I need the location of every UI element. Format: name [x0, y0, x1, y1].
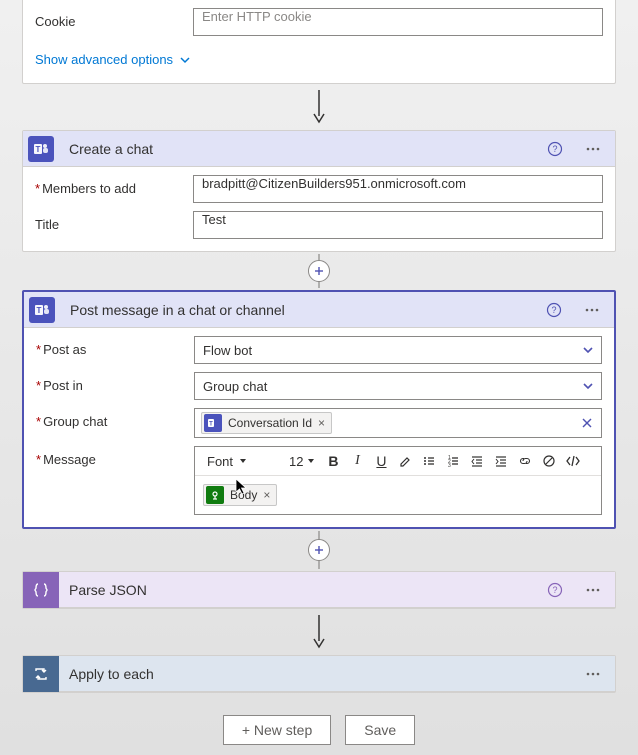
- trigger-icon: [206, 486, 224, 504]
- conversation-id-token[interactable]: T Conversation Id ×: [201, 412, 332, 434]
- chevron-down-icon: [581, 343, 595, 357]
- post-as-value: Flow bot: [203, 343, 252, 358]
- chevron-down-icon: [581, 379, 595, 393]
- font-select[interactable]: Font: [201, 450, 281, 472]
- show-advanced-options-label: Show advanced options: [35, 52, 173, 67]
- svg-text:?: ?: [551, 305, 556, 315]
- connector-arrow: [307, 84, 331, 130]
- create-chat-card: T Create a chat ? Members to add bradpit…: [22, 130, 616, 252]
- svg-text:?: ?: [552, 144, 557, 154]
- help-icon[interactable]: ?: [541, 135, 569, 163]
- show-advanced-options-link[interactable]: Show advanced options: [35, 44, 603, 71]
- post-in-select[interactable]: Group chat: [194, 372, 602, 400]
- create-chat-header[interactable]: T Create a chat ?: [23, 131, 615, 167]
- more-menu-icon[interactable]: [579, 576, 607, 604]
- highlight-button[interactable]: [395, 451, 415, 471]
- add-step-button[interactable]: [308, 539, 330, 561]
- outdent-button[interactable]: [467, 451, 487, 471]
- remove-token-icon[interactable]: ×: [263, 488, 270, 502]
- apply-to-each-header[interactable]: Apply to each: [23, 656, 615, 692]
- apply-to-each-title: Apply to each: [69, 666, 569, 682]
- caret-down-icon: [239, 457, 247, 465]
- teams-icon: T: [204, 414, 222, 432]
- parse-json-card: Parse JSON ?: [22, 571, 616, 609]
- data-operation-icon: [23, 572, 59, 608]
- svg-text:3: 3: [448, 463, 451, 468]
- http-action-card: Cookie Enter HTTP cookie Show advanced o…: [22, 0, 616, 84]
- token-label: Conversation Id: [228, 416, 312, 430]
- post-in-label: Post in: [36, 372, 186, 393]
- token-label: Body: [230, 488, 257, 502]
- indent-button[interactable]: [491, 451, 511, 471]
- italic-button[interactable]: I: [347, 451, 367, 471]
- parse-json-title: Parse JSON: [69, 582, 531, 598]
- control-icon: [23, 656, 59, 692]
- teams-icon: T: [23, 131, 59, 167]
- message-label: Message: [36, 446, 186, 467]
- clear-format-button[interactable]: [539, 451, 559, 471]
- more-menu-icon[interactable]: [579, 660, 607, 688]
- save-button[interactable]: Save: [345, 715, 415, 745]
- cookie-input[interactable]: Enter HTTP cookie: [193, 8, 603, 36]
- font-size-label: 12: [289, 454, 303, 469]
- members-to-add-input[interactable]: bradpitt@CitizenBuilders951.onmicrosoft.…: [193, 175, 603, 203]
- help-icon[interactable]: ?: [541, 576, 569, 604]
- post-as-select[interactable]: Flow bot: [194, 336, 602, 364]
- richtext-content[interactable]: Body ×: [195, 476, 601, 514]
- new-step-button[interactable]: + New step: [223, 715, 331, 745]
- post-message-card: T Post message in a chat or channel ? Po…: [22, 290, 616, 529]
- underline-button[interactable]: U: [371, 451, 391, 471]
- group-chat-field[interactable]: T Conversation Id ×: [194, 408, 602, 438]
- group-chat-label: Group chat: [36, 408, 186, 429]
- svg-text:?: ?: [552, 585, 557, 595]
- apply-to-each-card: Apply to each: [22, 655, 616, 693]
- bold-button[interactable]: B: [323, 451, 343, 471]
- numbered-list-button[interactable]: 123: [443, 451, 463, 471]
- bullet-list-button[interactable]: [419, 451, 439, 471]
- code-view-button[interactable]: [563, 451, 583, 471]
- svg-text:T: T: [36, 145, 41, 154]
- add-step-button[interactable]: [308, 260, 330, 282]
- caret-down-icon: [307, 457, 315, 465]
- message-richtext[interactable]: Font 12 B I U: [194, 446, 602, 515]
- post-message-header[interactable]: T Post message in a chat or channel ?: [24, 292, 614, 328]
- clear-field-icon[interactable]: [581, 417, 593, 429]
- post-as-label: Post as: [36, 336, 186, 357]
- create-chat-title: Create a chat: [69, 141, 531, 157]
- more-menu-icon[interactable]: [578, 296, 606, 324]
- svg-text:T: T: [37, 306, 42, 315]
- svg-text:T: T: [209, 422, 213, 428]
- font-label: Font: [207, 454, 233, 469]
- body-token[interactable]: Body ×: [203, 484, 277, 506]
- post-in-value: Group chat: [203, 379, 267, 394]
- remove-token-icon[interactable]: ×: [318, 416, 325, 430]
- font-size-select[interactable]: 12: [285, 450, 319, 472]
- teams-icon: T: [24, 292, 60, 328]
- connector-arrow: [307, 609, 331, 655]
- chat-title-label: Title: [35, 211, 185, 232]
- chat-title-input[interactable]: Test: [193, 211, 603, 239]
- help-icon[interactable]: ?: [540, 296, 568, 324]
- cookie-label: Cookie: [35, 8, 185, 29]
- parse-json-header[interactable]: Parse JSON ?: [23, 572, 615, 608]
- more-menu-icon[interactable]: [579, 135, 607, 163]
- richtext-toolbar: Font 12 B I U: [195, 447, 601, 476]
- members-to-add-label: Members to add: [35, 175, 185, 196]
- link-button[interactable]: [515, 451, 535, 471]
- chevron-down-icon: [179, 54, 191, 66]
- post-message-title: Post message in a chat or channel: [70, 302, 530, 318]
- footer-actions: + New step Save: [223, 693, 415, 755]
